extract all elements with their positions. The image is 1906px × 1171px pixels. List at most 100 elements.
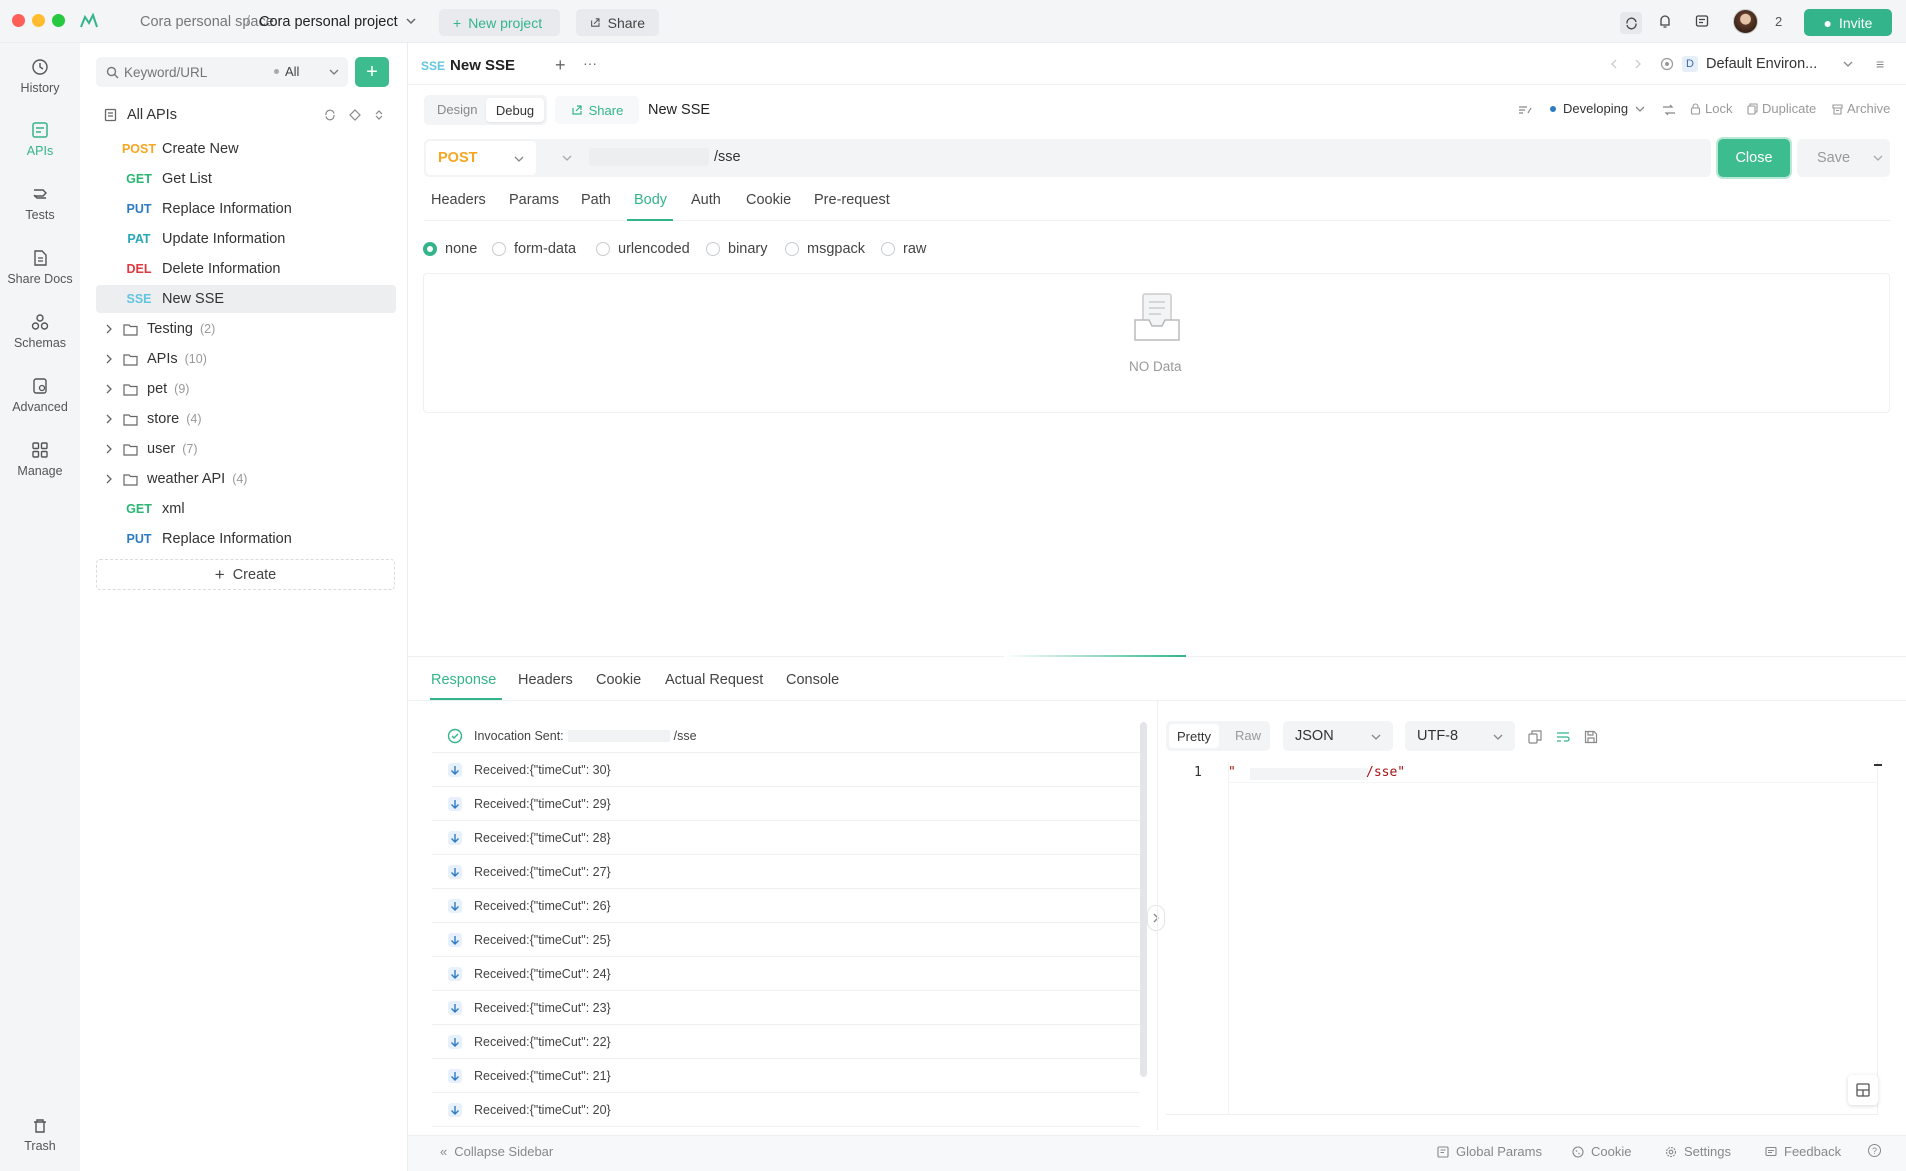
method-select[interactable]: POST: [426, 141, 536, 175]
messages-icon[interactable]: [1695, 14, 1709, 28]
project-name[interactable]: Cora personal project: [259, 14, 398, 30]
duplicate-button[interactable]: Duplicate: [1747, 101, 1816, 116]
tab-pre-request[interactable]: Pre-request: [814, 192, 890, 208]
body-type-urlencoded[interactable]: urlencoded: [596, 241, 690, 257]
status-select[interactable]: Developing: [1550, 101, 1645, 116]
event-row[interactable]: Received:{"timeCut": 26}: [432, 889, 1140, 923]
chevron-down-icon[interactable]: [1843, 60, 1853, 68]
rail-item-trash[interactable]: Trash: [0, 1118, 80, 1153]
tab-body[interactable]: Body: [634, 192, 667, 208]
panel-toggle-button[interactable]: [1147, 905, 1165, 931]
cookie-button[interactable]: Cookie: [1572, 1144, 1631, 1159]
event-row[interactable]: Received:{"timeCut": 20}: [432, 1093, 1140, 1127]
mode-debug-tab[interactable]: Debug: [486, 98, 544, 122]
chevron-right-icon[interactable]: [103, 353, 115, 365]
all-apis-header[interactable]: All APIs: [104, 107, 177, 123]
close-button[interactable]: Close: [1718, 139, 1790, 177]
endpoint-replace-information-2[interactable]: PUT Replace Information: [96, 525, 396, 553]
window-minimize-button[interactable]: [32, 14, 45, 27]
tab-auth[interactable]: Auth: [691, 192, 721, 208]
folder-user[interactable]: user (7): [96, 435, 396, 463]
refresh-icon[interactable]: [324, 109, 336, 121]
tab-headers[interactable]: Headers: [431, 192, 486, 208]
create-button[interactable]: + Create: [96, 559, 395, 590]
rail-item-advanced[interactable]: Advanced: [0, 377, 80, 414]
feedback-button[interactable]: Feedback: [1765, 1144, 1841, 1159]
view-pretty-tab[interactable]: Pretty: [1169, 724, 1219, 748]
tab-console[interactable]: Console: [786, 672, 839, 688]
rail-item-manage[interactable]: Manage: [0, 441, 80, 478]
body-type-msgpack[interactable]: msgpack: [785, 241, 865, 257]
more-tabs-icon[interactable]: ···: [583, 55, 597, 71]
rail-item-history[interactable]: History: [0, 58, 80, 95]
locate-icon[interactable]: [349, 109, 361, 121]
chevron-right-icon[interactable]: [103, 413, 115, 425]
save-button[interactable]: Save: [1797, 139, 1890, 177]
help-button[interactable]: ?: [1868, 1144, 1881, 1157]
chevron-down-icon[interactable]: [329, 68, 339, 76]
folder-pet[interactable]: pet (9): [96, 375, 396, 403]
event-row[interactable]: Received:{"timeCut": 27}: [432, 855, 1140, 889]
view-raw-tab[interactable]: Raw: [1235, 728, 1261, 743]
body-type-raw[interactable]: raw: [881, 241, 926, 257]
menu-icon[interactable]: ≡: [1876, 56, 1884, 72]
new-project-button[interactable]: + New project: [439, 9, 560, 36]
mode-design-tab[interactable]: Design: [437, 102, 477, 117]
api-name-input[interactable]: [648, 98, 1508, 122]
chevron-right-icon[interactable]: [103, 323, 115, 335]
endpoint-create-new[interactable]: POST Create New: [96, 135, 396, 163]
share-project-button[interactable]: Share: [576, 9, 659, 36]
tab-params[interactable]: Params: [509, 192, 559, 208]
encoding-select[interactable]: UTF-8: [1405, 721, 1515, 751]
copy-icon[interactable]: [1528, 730, 1542, 744]
editor-tab[interactable]: SSE New SSE: [421, 57, 515, 74]
chevron-right-icon[interactable]: [103, 473, 115, 485]
tab-response-cookie[interactable]: Cookie: [596, 672, 641, 688]
window-zoom-button[interactable]: [52, 14, 65, 27]
event-row[interactable]: Received:{"timeCut": 24}: [432, 957, 1140, 991]
format-icon[interactable]: [1518, 104, 1532, 116]
layout-toggle-button[interactable]: [1848, 1075, 1878, 1105]
endpoint-update-information[interactable]: PAT Update Information: [96, 225, 396, 253]
endpoint-get-list[interactable]: GET Get List: [96, 165, 396, 193]
event-row[interactable]: Received:{"timeCut": 30}: [432, 753, 1140, 787]
endpoint-xml[interactable]: GET xml: [96, 495, 396, 523]
folder-weather-api[interactable]: weather API (4): [96, 465, 396, 493]
filter-select[interactable]: All: [274, 64, 299, 79]
tab-actual-request[interactable]: Actual Request: [665, 672, 763, 688]
tab-response-headers[interactable]: Headers: [518, 672, 573, 688]
format-select[interactable]: JSON: [1283, 721, 1393, 751]
tab-response[interactable]: Response: [431, 672, 496, 688]
chevron-down-icon[interactable]: [562, 154, 572, 162]
chevron-right-icon[interactable]: [1632, 59, 1642, 69]
collapse-sidebar-button[interactable]: « Collapse Sidebar: [440, 1144, 553, 1159]
chevron-right-icon[interactable]: [103, 443, 115, 455]
event-row[interactable]: Received:{"timeCut": 29}: [432, 787, 1140, 821]
share-api-button[interactable]: Share: [555, 96, 639, 124]
rail-item-schemas[interactable]: Schemas: [0, 313, 80, 350]
lock-button[interactable]: Lock: [1690, 101, 1732, 116]
sync-icon[interactable]: [1620, 12, 1642, 34]
search-input[interactable]: [124, 62, 264, 82]
chevron-down-icon[interactable]: [1873, 154, 1883, 162]
add-tab-button[interactable]: +: [555, 55, 566, 76]
endpoint-replace-information[interactable]: PUT Replace Information: [96, 195, 396, 223]
settings-button[interactable]: Settings: [1665, 1144, 1731, 1159]
resize-handle[interactable]: [1004, 655, 1186, 657]
chevron-right-icon[interactable]: [103, 383, 115, 395]
rail-item-tests[interactable]: Tests: [0, 185, 80, 222]
invite-button[interactable]: ● Invite: [1804, 9, 1892, 36]
folder-testing[interactable]: Testing (2): [96, 315, 396, 343]
event-row[interactable]: Received:{"timeCut": 28}: [432, 821, 1140, 855]
workspace-name[interactable]: Cora personal space: [140, 14, 274, 30]
sort-icon[interactable]: [373, 109, 385, 121]
avatar[interactable]: [1733, 9, 1758, 34]
event-row[interactable]: Received:{"timeCut": 21}: [432, 1059, 1140, 1093]
compare-icon[interactable]: [1662, 104, 1676, 116]
endpoint-new-sse[interactable]: SSE New SSE: [96, 285, 396, 313]
global-params-button[interactable]: Global Params: [1437, 1144, 1542, 1159]
wrap-lines-icon[interactable]: [1556, 730, 1570, 744]
chevron-down-icon[interactable]: [405, 16, 417, 26]
rail-item-apis[interactable]: APIs: [0, 121, 80, 158]
folder-store[interactable]: store (4): [96, 405, 396, 433]
